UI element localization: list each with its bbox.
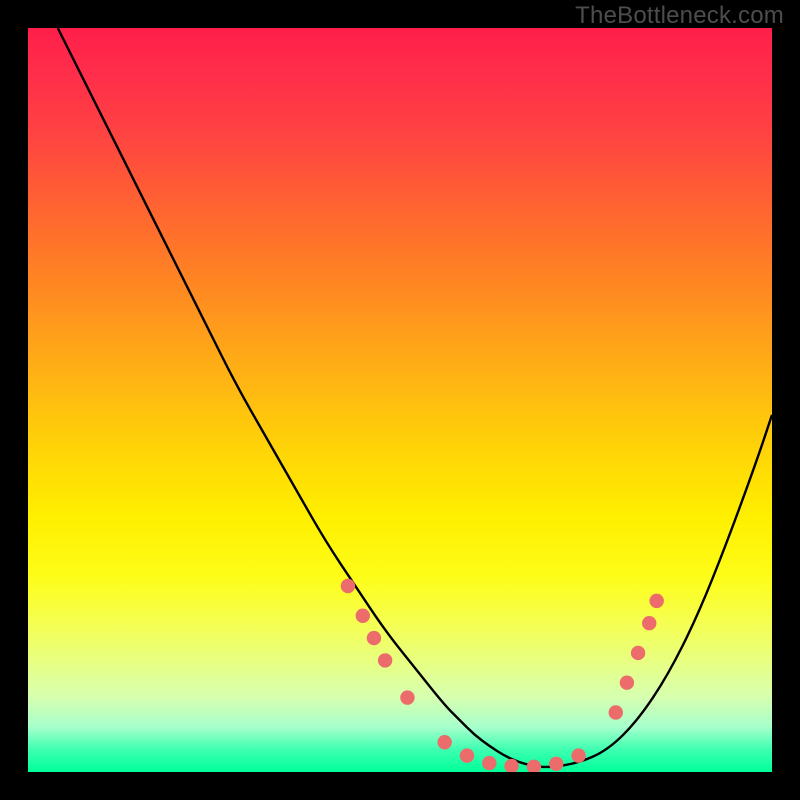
curve-layer bbox=[28, 28, 772, 772]
data-marker bbox=[437, 735, 451, 749]
bottleneck-curve bbox=[58, 28, 772, 767]
data-marker bbox=[378, 653, 392, 667]
data-marker bbox=[356, 609, 370, 623]
data-marker bbox=[609, 705, 623, 719]
data-marker bbox=[367, 631, 381, 645]
data-marker bbox=[620, 676, 634, 690]
data-marker bbox=[482, 756, 496, 770]
data-marker bbox=[649, 594, 663, 608]
data-marker bbox=[527, 760, 541, 772]
watermark-text: TheBottleneck.com bbox=[575, 2, 784, 30]
data-marker bbox=[400, 690, 414, 704]
data-marker bbox=[341, 579, 355, 593]
plot-area bbox=[28, 28, 772, 772]
data-marker bbox=[631, 646, 645, 660]
data-marker bbox=[642, 616, 656, 630]
chart-frame: TheBottleneck.com bbox=[0, 0, 800, 800]
data-marker bbox=[460, 748, 474, 762]
data-marker bbox=[571, 748, 585, 762]
data-marker bbox=[549, 757, 563, 771]
